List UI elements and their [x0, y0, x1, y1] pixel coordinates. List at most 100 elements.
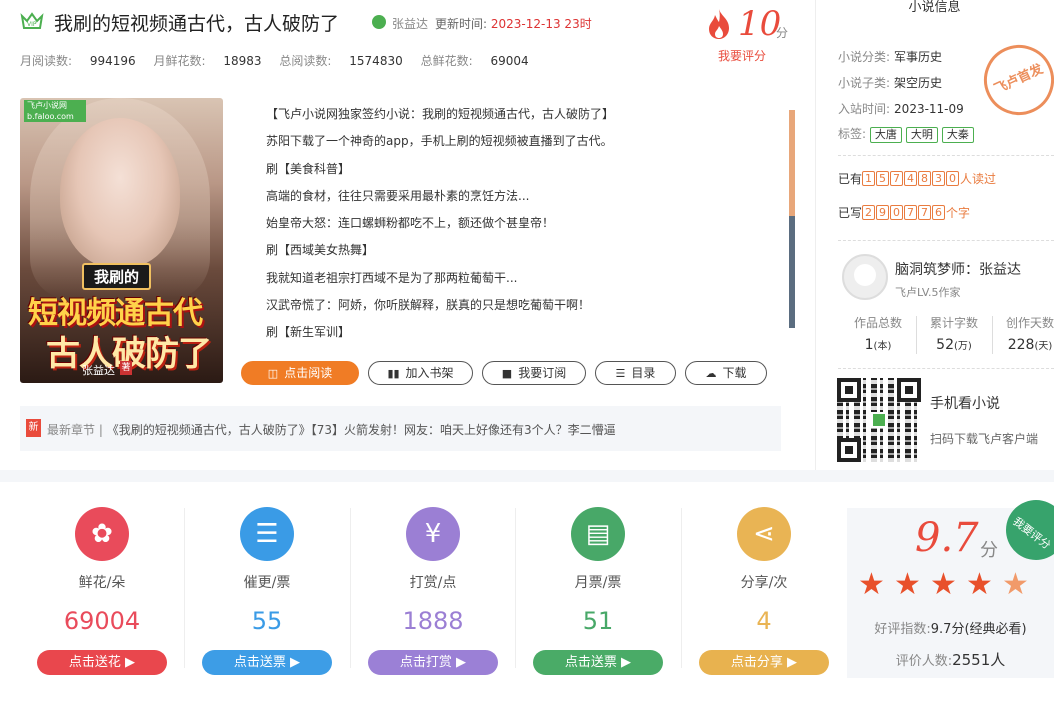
- read-button[interactable]: ◫ 点击阅读: [241, 361, 359, 385]
- score-unit: 分: [776, 26, 789, 40]
- book-intro: 【飞卢小说网独家签约小说：我刷的短视频通古代，古人破防了】 苏阳下载了一个神奇的…: [266, 101, 786, 347]
- rating-score: 9.7: [915, 515, 979, 561]
- subscribe-button[interactable]: ■ 我要订阅: [482, 361, 586, 385]
- qr-logo-icon: [871, 412, 887, 428]
- divider: [838, 155, 1054, 156]
- download-button[interactable]: ☁ 下载: [685, 361, 767, 385]
- digit-box: 0: [946, 171, 960, 186]
- divider: [838, 240, 1054, 241]
- rate-link[interactable]: 我要评分: [718, 47, 766, 64]
- new-tag: 新: [26, 419, 41, 437]
- category-row: 小说分类: 军事历史: [838, 50, 943, 64]
- qr-finder: [837, 438, 861, 462]
- intro-line: 高端的食材，往往只需要采用最朴素的烹饪方法...: [266, 188, 530, 203]
- subcategory-value[interactable]: 架空历史: [894, 76, 942, 90]
- stat-total-flowers: 总鲜花数: 69004: [420, 54, 529, 68]
- divider: [515, 508, 516, 668]
- book-title: 我刷的短视频通古代，古人破防了: [54, 13, 340, 35]
- digit-box: 2: [862, 205, 876, 220]
- author-stat-label: 作品总数: [853, 316, 902, 330]
- author-avatar[interactable]: [842, 254, 888, 300]
- rating-star-icon: ★: [894, 567, 921, 602]
- stat-action-button[interactable]: 点击送票 ▶: [533, 650, 663, 675]
- latest-chapter-link[interactable]: 《我刷的短视频通古代，古人破防了》【73】火箭发射！网友：咱天上好像还有3个人？…: [107, 423, 616, 437]
- author-name[interactable]: 脑洞筑梦师：张益达: [895, 259, 1021, 279]
- ticket-icon: ☰: [240, 507, 294, 561]
- digit-box: 7: [890, 171, 904, 186]
- bookshelf-icon: ▮▮: [387, 367, 400, 380]
- rating-star-icon: ★: [858, 567, 885, 602]
- rating-star-icon: ★: [930, 567, 957, 602]
- latest-chapter: 最新章节 | 《我刷的短视频通古代，古人破防了》【73】火箭发射！网友：咱天上好…: [47, 423, 616, 437]
- tag-item[interactable]: 大唐: [869, 127, 902, 143]
- stat-value: 4: [756, 607, 772, 635]
- intro-scrollbar-thumb[interactable]: [789, 110, 795, 216]
- section-divider: [0, 470, 1054, 482]
- divider: [916, 316, 917, 354]
- wallet-icon: ▤: [571, 507, 625, 561]
- info-title: 小说信息: [908, 0, 961, 15]
- qr-code: [837, 378, 921, 462]
- intro-line: 刷【美食科普】: [266, 161, 351, 176]
- cover-title-line1: 我刷的: [82, 263, 152, 290]
- intro-line: 【飞卢小说网独家签约小说：我刷的短视频通古代，古人破防了】: [266, 107, 615, 121]
- intro-line: 汉武帝慌了：阿娇，你听朕解释，朕真的只是想吃葡萄干啊！: [266, 298, 591, 313]
- add-shelf-button[interactable]: ▮▮ 加入书架: [368, 361, 473, 385]
- book-cover[interactable]: 飞卢小说网 b.faloo.com 我刷的 短视频通古代 古人破防了 张益达 著: [20, 98, 223, 383]
- rating-count: 评价人数:2551人: [895, 651, 1006, 669]
- words-count: 已写 2 9 0 7 7 6 个字: [838, 205, 971, 220]
- intro-line: 刷【西域美女热舞】: [266, 243, 375, 258]
- cloud-download-icon: ☁: [705, 367, 717, 380]
- stat-action-button[interactable]: 点击打赏 ▶: [368, 650, 498, 675]
- category-value[interactable]: 军事历史: [894, 50, 942, 64]
- book-score: 10: [738, 4, 782, 44]
- author-days-value: 228(天): [1007, 337, 1053, 353]
- stat-value: 55: [251, 607, 283, 635]
- stat-label: 鲜花/朵: [78, 575, 126, 591]
- digit-box: 6: [932, 205, 946, 220]
- author-badge-icon: [372, 15, 386, 29]
- divider: [992, 316, 993, 354]
- read-stats: 月阅读数: 994196 月鲜花数: 18983 总阅读数: 1574830 总…: [20, 52, 543, 69]
- digit-box: 0: [890, 205, 904, 220]
- digit-box: 4: [904, 171, 918, 186]
- subcategory-row: 小说子类: 架空历史: [838, 76, 943, 90]
- stat-value: 51: [582, 607, 614, 635]
- digit-box: 7: [904, 205, 918, 220]
- mobile-read-title: 手机看小说: [930, 396, 1000, 412]
- fire-icon: [709, 9, 729, 39]
- stat-label: 月票/票: [574, 575, 622, 591]
- divider: [184, 508, 185, 668]
- cover-author: 张益达: [82, 364, 115, 377]
- vip-crown-icon: VIP: [20, 12, 44, 29]
- stat-value: 69004: [63, 607, 141, 635]
- digit-box: 5: [876, 171, 890, 186]
- divider: [838, 368, 1054, 369]
- digit-box: 8: [918, 171, 932, 186]
- flower-icon: ✿: [75, 507, 129, 561]
- qr-finder: [837, 378, 861, 402]
- good-rating: 好评指数:9.7分(经典必看): [874, 622, 1027, 637]
- stat-label: 催更/票: [243, 575, 291, 591]
- author-stat-label: 累计字数: [929, 316, 978, 330]
- divider: [350, 508, 351, 668]
- author-words-value: 52(万): [936, 337, 972, 353]
- readers-count: 已有 1 5 7 4 8 3 0 人读过: [838, 171, 997, 186]
- stat-action-button[interactable]: 点击分享 ▶: [699, 650, 829, 675]
- rating-unit: 分: [980, 540, 998, 561]
- intro-line: 我就知道老祖宗打西域不是为了那两粒葡萄干...: [266, 270, 518, 285]
- intro-line: 苏阳下载了一个神奇的app，手机上刷的短视频被直播到了古代。: [266, 134, 613, 149]
- tag-item[interactable]: 大明: [905, 127, 938, 143]
- digit-box: 7: [918, 205, 932, 220]
- stat-action-button[interactable]: 点击送票 ▶: [202, 650, 332, 675]
- catalog-button[interactable]: ☰ 目录: [595, 361, 676, 385]
- cover-portrait: [60, 118, 180, 268]
- digit-box: 1: [862, 171, 876, 186]
- tag-item[interactable]: 大秦: [941, 127, 974, 143]
- header-author[interactable]: 张益达: [392, 15, 428, 32]
- digit-box: 9: [876, 205, 890, 220]
- stat-action-button[interactable]: 点击送花 ▶: [37, 650, 167, 675]
- rating-star-icon: ★: [966, 567, 993, 602]
- bookmark-icon: ■: [501, 367, 513, 380]
- stat-monthly-reads: 月阅读数: 994196: [20, 54, 136, 68]
